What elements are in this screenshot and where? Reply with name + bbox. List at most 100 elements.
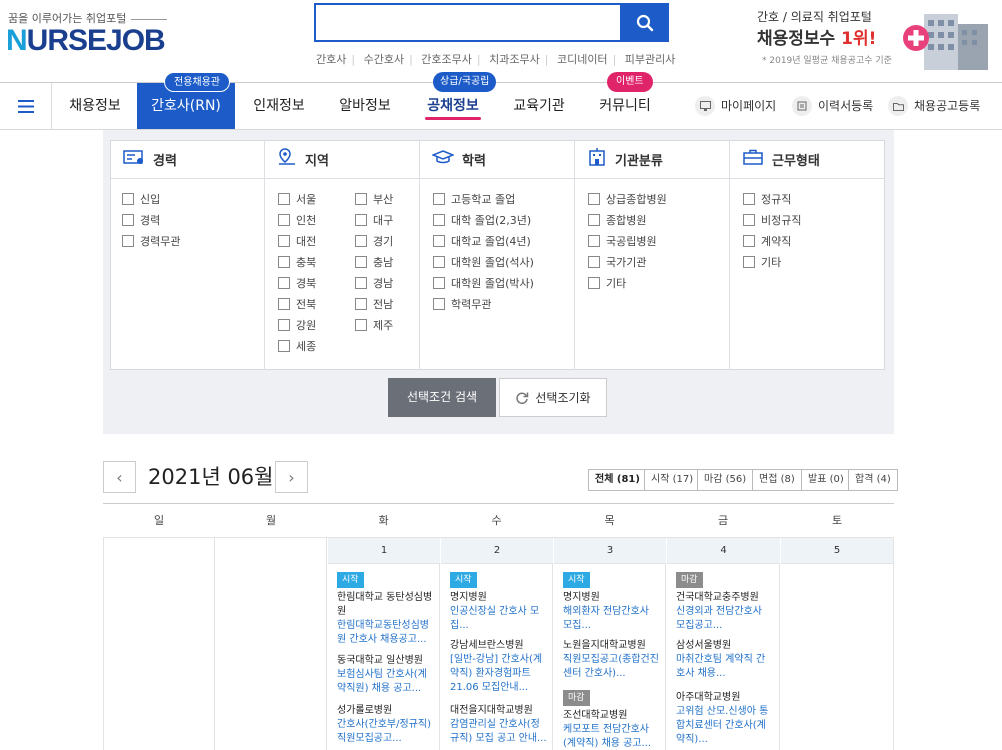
calendar-event[interactable]: 시작 명지병원 인공신장실 간호사 모집...: [450, 572, 547, 633]
calendar-event[interactable]: 노원을지대학교병원 직원모집공고(종합건진센터 간호사)...: [563, 639, 660, 681]
event-job-link[interactable]: 간호사(간호부/정규직) 직원모집공고...: [337, 718, 434, 746]
region-option[interactable]: 충북: [278, 254, 316, 270]
career-option[interactable]: 경력무관: [122, 233, 180, 249]
tab-start[interactable]: 시작 (17): [644, 469, 701, 491]
region-option[interactable]: 전남: [355, 296, 393, 312]
region-option[interactable]: 경기: [355, 233, 393, 249]
quick-link-dental-aide[interactable]: 치과조무사: [489, 53, 540, 66]
filter-search-button[interactable]: 선택조건 검색: [388, 378, 496, 417]
search-button[interactable]: [620, 3, 669, 42]
checkbox[interactable]: [588, 256, 600, 268]
event-job-link[interactable]: 마취간호팀 계약직 간호사 채용...: [676, 653, 774, 681]
education-option[interactable]: 고등학교 졸업: [433, 191, 515, 207]
institution-option[interactable]: 상급종합병원: [588, 191, 667, 207]
prev-month-button[interactable]: ‹: [103, 461, 136, 493]
checkbox[interactable]: [278, 235, 290, 247]
career-option[interactable]: 신입: [122, 191, 160, 207]
region-option[interactable]: 인천: [278, 212, 316, 228]
job-post-register-link[interactable]: 채용공고등록: [888, 96, 980, 116]
event-job-link[interactable]: 보험심사팀 간호사(계약직원) 채용 공고...: [337, 668, 434, 696]
nav-education[interactable]: 교육기관: [500, 83, 578, 129]
checkbox[interactable]: [433, 256, 445, 268]
worktype-option[interactable]: 비정규직: [743, 212, 801, 228]
tab-announce[interactable]: 발표 (0): [801, 469, 851, 491]
tab-pass[interactable]: 합격 (4): [848, 469, 898, 491]
tab-close[interactable]: 마감 (56): [697, 469, 754, 491]
checkbox[interactable]: [588, 277, 600, 289]
checkbox[interactable]: [433, 277, 445, 289]
checkbox[interactable]: [355, 214, 367, 226]
checkbox[interactable]: [743, 193, 755, 205]
checkbox[interactable]: [433, 193, 445, 205]
checkbox[interactable]: [278, 298, 290, 310]
region-option[interactable]: 대전: [278, 233, 316, 249]
checkbox[interactable]: [743, 256, 755, 268]
nav-talent[interactable]: 인재정보: [240, 83, 318, 129]
education-option[interactable]: 대학원 졸업(석사): [433, 254, 534, 270]
event-job-link[interactable]: 케모포트 전담간호사(계약직) 채용 공고...: [563, 723, 660, 750]
region-option[interactable]: 대구: [355, 212, 393, 228]
event-job-link[interactable]: 고위험 산모.신생아 통합치료센터 간호사(계약직)...: [676, 705, 774, 747]
event-job-link[interactable]: 인공신장실 간호사 모집...: [450, 605, 547, 633]
region-option[interactable]: 강원: [278, 317, 316, 333]
quick-link-skincare[interactable]: 피부관리사: [625, 53, 676, 66]
quick-link-coordinator[interactable]: 코디네이터: [557, 53, 608, 66]
calendar-event[interactable]: 시작 명지병원 해외환자 전담간호사 모집...: [563, 572, 660, 633]
event-job-link[interactable]: 감염관리실 간호사(정규직) 모집 공고 안내...: [450, 718, 547, 746]
education-option[interactable]: 대학 졸업(2,3년): [433, 212, 531, 228]
region-option[interactable]: 충남: [355, 254, 393, 270]
checkbox[interactable]: [278, 193, 290, 205]
site-logo[interactable]: NURSEJOB: [6, 24, 166, 58]
calendar-event[interactable]: 대전을지대학교병원 감염관리실 간호사(정규직) 모집 공고 안내...: [450, 704, 547, 746]
quick-link-head-nurse[interactable]: 수간호사: [364, 53, 404, 66]
region-option[interactable]: 전북: [278, 296, 316, 312]
mypage-link[interactable]: 마이페이지: [695, 96, 776, 116]
quick-link-nurse[interactable]: 간호사: [316, 53, 346, 66]
calendar-event[interactable]: 아주대학교병원 고위험 산모.신생아 통합치료센터 간호사(계약직)...: [676, 691, 774, 747]
worktype-option[interactable]: 정규직: [743, 191, 791, 207]
education-option[interactable]: 대학교 졸업(4년): [433, 233, 531, 249]
checkbox[interactable]: [433, 235, 445, 247]
checkbox[interactable]: [122, 235, 134, 247]
filter-reset-button[interactable]: 선택조기화: [499, 378, 607, 417]
event-job-link[interactable]: [일반-강남] 간호사(계약직) 환자경험파트 21.06 모집안내...: [450, 653, 547, 695]
nav-parttime[interactable]: 알바정보: [326, 83, 404, 129]
institution-option[interactable]: 기타: [588, 275, 626, 291]
checkbox[interactable]: [278, 319, 290, 331]
region-option[interactable]: 서울: [278, 191, 316, 207]
next-month-button[interactable]: ›: [275, 461, 308, 493]
calendar-event[interactable]: 강남세브란스병원 [일반-강남] 간호사(계약직) 환자경험파트 21.06 모…: [450, 639, 547, 695]
checkbox[interactable]: [743, 214, 755, 226]
quick-link-nurse-aide[interactable]: 간호조무사: [421, 53, 472, 66]
checkbox[interactable]: [588, 235, 600, 247]
calendar-event[interactable]: 성가롤로병원 간호사(간호부/정규직) 직원모집공고...: [337, 704, 434, 746]
checkbox[interactable]: [433, 298, 445, 310]
worktype-option[interactable]: 계약직: [743, 233, 791, 249]
menu-button[interactable]: [0, 83, 52, 129]
worktype-option[interactable]: 기타: [743, 254, 781, 270]
event-job-link[interactable]: 해외환자 전담간호사 모집...: [563, 605, 660, 633]
checkbox[interactable]: [588, 214, 600, 226]
calendar-event[interactable]: 마감 조선대학교병원 케모포트 전담간호사(계약직) 채용 공고...: [563, 690, 660, 750]
promo-title[interactable]: 채용정보수 1위!: [757, 24, 876, 49]
checkbox[interactable]: [278, 277, 290, 289]
checkbox[interactable]: [278, 340, 290, 352]
checkbox[interactable]: [122, 214, 134, 226]
region-option[interactable]: 경남: [355, 275, 393, 291]
education-option[interactable]: 대학원 졸업(박사): [433, 275, 534, 291]
checkbox[interactable]: [355, 319, 367, 331]
checkbox[interactable]: [122, 193, 134, 205]
region-option[interactable]: 부산: [355, 191, 393, 207]
tab-interview[interactable]: 면접 (8): [752, 469, 802, 491]
career-option[interactable]: 경력: [122, 212, 160, 228]
calendar-event[interactable]: 삼성서울병원 마취간호팀 계약직 간호사 채용...: [676, 639, 774, 681]
nav-jobs[interactable]: 채용정보: [56, 83, 134, 129]
institution-option[interactable]: 국가기관: [588, 254, 646, 270]
region-option[interactable]: 제주: [355, 317, 393, 333]
checkbox[interactable]: [433, 214, 445, 226]
region-option[interactable]: 경북: [278, 275, 316, 291]
event-job-link[interactable]: 한림대학교동탄성심병원 간호사 채용공고...: [337, 619, 434, 647]
education-option[interactable]: 학력무관: [433, 296, 491, 312]
calendar-event[interactable]: 동국대학교 일산병원 보험심사팀 간호사(계약직원) 채용 공고...: [337, 654, 434, 696]
institution-option[interactable]: 종합병원: [588, 212, 646, 228]
